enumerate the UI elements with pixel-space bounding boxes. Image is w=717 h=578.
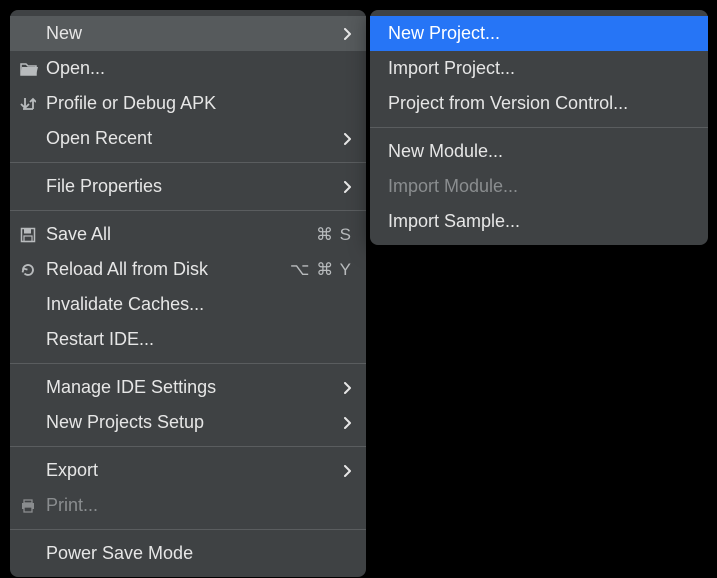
menu-item-manage-ide-settings[interactable]: Manage IDE Settings	[10, 370, 366, 405]
menu-separator	[10, 162, 366, 163]
file-menu: New Open... Profile or Debug APK Open Re…	[10, 10, 366, 577]
menu-item-profile-debug-apk[interactable]: Profile or Debug APK	[10, 86, 366, 121]
menu-item-label: Save All	[46, 224, 308, 245]
menu-item-label: New Projects Setup	[46, 412, 338, 433]
menu-item-export[interactable]: Export	[10, 453, 366, 488]
profile-arrow-icon	[20, 96, 46, 112]
menu-item-label: Open...	[46, 58, 352, 79]
menu-separator	[10, 446, 366, 447]
menu-item-import-project[interactable]: Import Project...	[370, 51, 708, 86]
menu-item-invalidate-caches[interactable]: Invalidate Caches...	[10, 287, 366, 322]
menu-item-new-project[interactable]: New Project...	[370, 16, 708, 51]
menu-item-import-sample[interactable]: Import Sample...	[370, 204, 708, 239]
menu-item-label: Import Project...	[388, 58, 694, 79]
menu-item-new[interactable]: New	[10, 16, 366, 51]
menu-item-label: Export	[46, 460, 338, 481]
menu-item-label: Print...	[46, 495, 352, 516]
menu-item-file-properties[interactable]: File Properties	[10, 169, 366, 204]
menu-item-new-module[interactable]: New Module...	[370, 134, 708, 169]
chevron-right-icon	[338, 465, 352, 477]
menu-item-label: Open Recent	[46, 128, 338, 149]
keyboard-shortcut: ⌘ S	[316, 225, 352, 245]
menu-separator	[10, 210, 366, 211]
new-submenu: New Project... Import Project... Project…	[370, 10, 708, 245]
menu-item-import-module: Import Module...	[370, 169, 708, 204]
menu-item-project-from-vcs[interactable]: Project from Version Control...	[370, 86, 708, 121]
menu-item-label: Manage IDE Settings	[46, 377, 338, 398]
menu-item-label: Power Save Mode	[46, 543, 352, 564]
keyboard-shortcut: ⌥ ⌘ Y	[290, 260, 352, 280]
save-icon	[20, 227, 46, 243]
menu-item-reload-from-disk[interactable]: Reload All from Disk ⌥ ⌘ Y	[10, 252, 366, 287]
menu-item-print: Print...	[10, 488, 366, 523]
menu-item-label: Restart IDE...	[46, 329, 352, 350]
menu-item-save-all[interactable]: Save All ⌘ S	[10, 217, 366, 252]
menu-item-open-recent[interactable]: Open Recent	[10, 121, 366, 156]
menu-item-label: Invalidate Caches...	[46, 294, 352, 315]
menu-item-label: Import Sample...	[388, 211, 694, 232]
chevron-right-icon	[338, 28, 352, 40]
menu-item-label: New	[46, 23, 338, 44]
menu-item-label: Import Module...	[388, 176, 694, 197]
menu-item-restart-ide[interactable]: Restart IDE...	[10, 322, 366, 357]
menu-item-new-projects-setup[interactable]: New Projects Setup	[10, 405, 366, 440]
menu-item-label: Profile or Debug APK	[46, 93, 352, 114]
chevron-right-icon	[338, 417, 352, 429]
menu-item-open[interactable]: Open...	[10, 51, 366, 86]
folder-open-icon	[20, 62, 46, 76]
menu-separator	[370, 127, 708, 128]
chevron-right-icon	[338, 133, 352, 145]
menu-item-power-save-mode[interactable]: Power Save Mode	[10, 536, 366, 571]
chevron-right-icon	[338, 382, 352, 394]
menu-separator	[10, 529, 366, 530]
menu-item-label: File Properties	[46, 176, 338, 197]
menu-item-label: Reload All from Disk	[46, 259, 282, 280]
menu-item-label: New Module...	[388, 141, 694, 162]
menu-item-label: New Project...	[388, 23, 694, 44]
chevron-right-icon	[338, 181, 352, 193]
reload-icon	[20, 262, 46, 278]
menu-separator	[10, 363, 366, 364]
print-icon	[20, 498, 46, 514]
menu-item-label: Project from Version Control...	[388, 93, 694, 114]
